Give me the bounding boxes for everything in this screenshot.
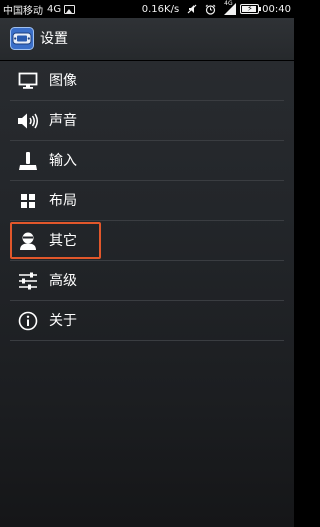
grid-icon (17, 191, 39, 211)
charging-bolt-icon: ⚡ (247, 4, 253, 13)
menu-item-label: 输入 (49, 153, 77, 169)
signal-label: 4G (224, 0, 233, 7)
joystick-icon (17, 151, 39, 171)
person-icon (17, 231, 39, 251)
settings-menu: 图像 声音 输入 布局 其它 高级 关于 (0, 61, 294, 341)
menu-item-sound[interactable]: 声音 (0, 101, 294, 141)
menu-item-layout[interactable]: 布局 (0, 181, 294, 221)
menu-item-advanced[interactable]: 高级 (0, 261, 294, 301)
page-title: 设置 (40, 31, 68, 47)
menu-item-label: 高级 (49, 273, 77, 289)
menu-item-image[interactable]: 图像 (0, 61, 294, 101)
monitor-icon (17, 71, 39, 91)
divider (10, 340, 284, 341)
menu-item-label: 图像 (49, 73, 77, 89)
sliders-icon (17, 271, 39, 291)
status-left: 中国移动 4G (3, 0, 76, 18)
battery-icon: ⚡ (240, 4, 262, 14)
mute-icon (187, 4, 197, 14)
signal-strength-icon: 4G (224, 0, 237, 15)
network-speed: 0.16K/s (141, 3, 180, 15)
menu-item-about[interactable]: 关于 (0, 301, 294, 341)
action-bar: 设置 (0, 18, 294, 61)
status-right: 0.16K/s 4G ⚡ 00:40 (142, 0, 291, 18)
menu-item-other[interactable]: 其它 (0, 221, 294, 261)
screen: 中国移动 4G 0.16K/s 4G ⚡ 00:40 设置 图像 声音 输入 布… (0, 0, 294, 527)
clock: 00:40 (262, 3, 291, 15)
menu-item-label: 其它 (49, 233, 77, 249)
info-icon (17, 311, 39, 331)
speaker-icon (17, 111, 39, 131)
gamepad-icon[interactable] (10, 27, 34, 50)
menu-item-label: 布局 (49, 193, 77, 209)
image-notification-icon (64, 4, 76, 14)
menu-item-label: 关于 (49, 313, 77, 329)
menu-item-label: 声音 (49, 113, 77, 129)
status-bar: 中国移动 4G 0.16K/s 4G ⚡ 00:40 (0, 0, 294, 18)
network-type: 4G (47, 3, 62, 15)
alarm-icon (205, 4, 216, 15)
menu-item-input[interactable]: 输入 (0, 141, 294, 181)
carrier-name: 中国移动 (3, 5, 43, 17)
